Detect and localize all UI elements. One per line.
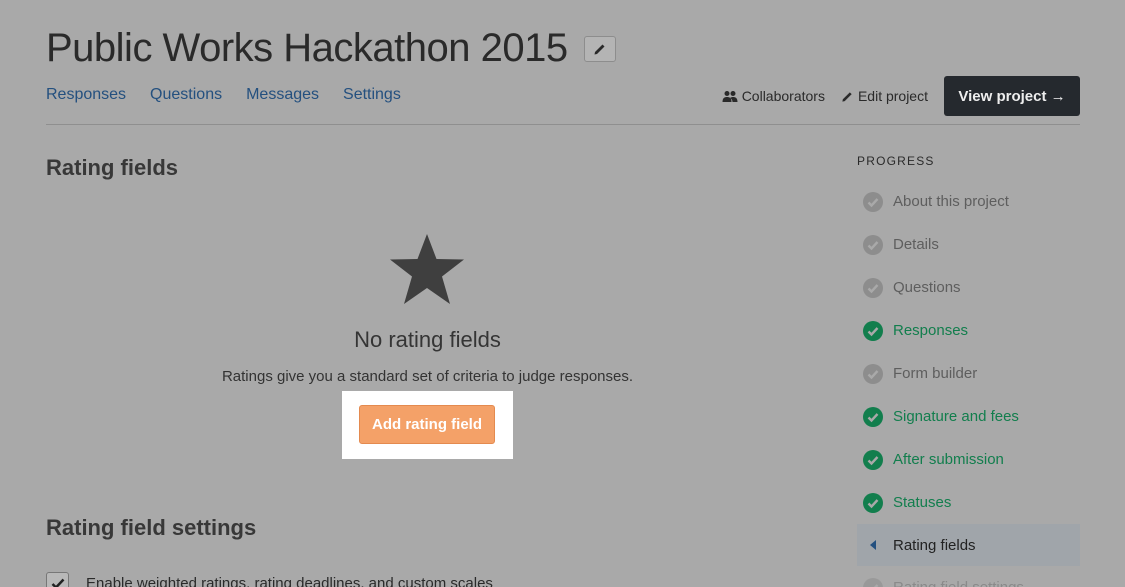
nav-responses[interactable]: Responses (46, 86, 126, 104)
rating-fields-title: Rating fields (46, 155, 179, 180)
weighted-ratings-checkbox[interactable] (46, 572, 69, 587)
progress-item-label: Statuses (893, 494, 952, 511)
pencil-icon (842, 91, 852, 102)
check-circle-icon (863, 492, 883, 513)
collaborators-label: Collaborators (741, 88, 825, 104)
progress-item-label: Questions (893, 279, 961, 296)
empty-state-title: No rating fields (354, 327, 501, 352)
progress-item-after-submission[interactable]: After submission (857, 438, 1080, 481)
check-circle-icon (863, 363, 883, 384)
header-divider (46, 124, 1080, 125)
page-title: Public Works Hackathon 2015 (46, 26, 568, 70)
progress-item-label: Details (893, 236, 939, 253)
nav-messages[interactable]: Messages (246, 86, 319, 104)
empty-state-description: Ratings give you a standard set of crite… (221, 368, 634, 385)
progress-item-signature-fees[interactable]: Signature and fees (857, 395, 1080, 438)
progress-item-label: Signature and fees (893, 408, 1019, 425)
collaborators-link[interactable]: Collaborators (722, 88, 825, 104)
nav-questions[interactable]: Questions (150, 86, 222, 104)
project-nav: Responses Questions Messages Settings (46, 86, 401, 104)
progress-list: About this project Details Questions Res… (857, 180, 1080, 587)
title-row: Public Works Hackathon 2015 (46, 26, 616, 71)
progress-item-label: After submission (893, 451, 1004, 468)
progress-item-responses[interactable]: Responses (857, 309, 1080, 352)
progress-item-about[interactable]: About this project (857, 180, 1080, 223)
progress-item-label: About this project (893, 193, 1009, 210)
check-circle-icon (863, 406, 883, 427)
view-project-button[interactable]: View project → (944, 76, 1080, 116)
progress-item-rating-fields[interactable]: Rating fields (857, 524, 1080, 566)
edit-project-link[interactable]: Edit project (841, 88, 928, 104)
check-circle-icon (863, 449, 883, 470)
rating-field-settings-title: Rating field settings (46, 515, 257, 540)
progress-item-rating-field-settings[interactable]: Rating field settings (857, 566, 1080, 587)
progress-item-details[interactable]: Details (857, 223, 1080, 266)
check-circle-icon (863, 277, 883, 298)
star-icon (390, 234, 464, 304)
progress-item-statuses[interactable]: Statuses (857, 481, 1080, 524)
edit-project-label: Edit project (857, 88, 928, 104)
check-circle-icon (863, 234, 883, 255)
header-actions: Collaborators Edit project View project … (722, 76, 1080, 116)
progress-item-label: Rating field settings (893, 579, 1024, 587)
users-icon (722, 90, 738, 102)
edit-title-button[interactable] (583, 35, 616, 62)
check-circle-icon (863, 191, 883, 212)
check-icon (51, 578, 64, 587)
progress-item-form-builder[interactable]: Form builder (857, 352, 1080, 395)
caret-left-icon (863, 535, 883, 555)
check-circle-icon (863, 577, 883, 587)
pencil-icon (594, 44, 605, 54)
progress-item-questions[interactable]: Questions (857, 266, 1080, 309)
progress-item-label: Responses (893, 322, 969, 339)
weighted-ratings-label: Enable weighted ratings, rating deadline… (86, 575, 493, 587)
page: Public Works Hackathon 2015 Responses Qu… (0, 0, 1125, 587)
progress-item-label: Rating fields (893, 536, 976, 554)
progress-heading: PROGRESS (857, 154, 935, 168)
add-rating-field-button[interactable]: Add rating field (359, 405, 495, 444)
nav-settings[interactable]: Settings (343, 86, 401, 104)
progress-item-label: Form builder (893, 365, 978, 382)
check-circle-icon (863, 320, 883, 341)
